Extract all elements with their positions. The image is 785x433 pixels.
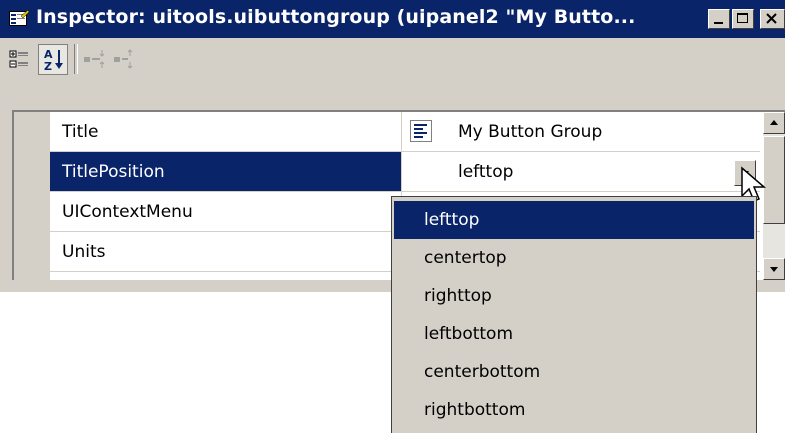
- property-name: UIContextMenu: [50, 192, 402, 232]
- sort-alphabetical-icon: A Z: [44, 48, 63, 73]
- minimize-button[interactable]: [708, 9, 730, 29]
- dropdown-option[interactable]: lefttop: [394, 201, 754, 239]
- arrow-up-icon: [770, 120, 778, 125]
- dropdown-option[interactable]: centertop: [394, 239, 754, 277]
- scroll-down-button[interactable]: [763, 258, 785, 280]
- property-value-text: lefttop: [458, 162, 514, 182]
- property-name: Title: [50, 112, 402, 152]
- property-name: TitlePosition: [50, 152, 402, 192]
- property-value-combo[interactable]: lefttop: [402, 152, 760, 192]
- maximize-button[interactable]: [732, 9, 754, 29]
- titleposition-dropdown-list: lefttop centertop righttop leftbottom ce…: [391, 196, 757, 433]
- property-name: Units: [50, 232, 402, 272]
- collapse-all-icon: [114, 49, 133, 69]
- text-align-left-icon[interactable]: [410, 120, 432, 142]
- grid-gutter: [14, 112, 50, 280]
- collapse-all-button[interactable]: [112, 48, 138, 72]
- title-bar[interactable]: Inspector: uitools.uibuttongroup (uipane…: [0, 0, 785, 38]
- minimize-icon: [714, 22, 723, 24]
- window-title: Inspector: uitools.uibuttongroup (uipane…: [36, 6, 636, 28]
- toolbar: A Z: [0, 38, 785, 102]
- toolbar-separator: [74, 44, 78, 74]
- sort-alphabetical-button[interactable]: A Z: [38, 44, 68, 75]
- scroll-up-button[interactable]: [763, 112, 785, 134]
- dropdown-option[interactable]: centerbottom: [394, 353, 754, 391]
- close-icon: [766, 13, 777, 24]
- dropdown-option[interactable]: rightbottom: [394, 391, 754, 429]
- dropdown-option[interactable]: leftbottom: [394, 315, 754, 353]
- expand-all-button[interactable]: [82, 48, 108, 72]
- categorized-icon: [9, 50, 28, 68]
- close-button[interactable]: [760, 9, 785, 29]
- arrow-down-icon: [770, 267, 778, 272]
- property-value-text: My Button Group: [458, 122, 603, 142]
- inspector-app-icon: [9, 10, 29, 26]
- expand-all-icon: [84, 50, 105, 68]
- property-value[interactable]: My Button Group: [402, 112, 760, 152]
- svg-text:Z: Z: [44, 60, 52, 73]
- categorized-button[interactable]: [8, 48, 32, 72]
- maximize-icon: [737, 13, 748, 23]
- dropdown-option[interactable]: righttop: [394, 277, 754, 315]
